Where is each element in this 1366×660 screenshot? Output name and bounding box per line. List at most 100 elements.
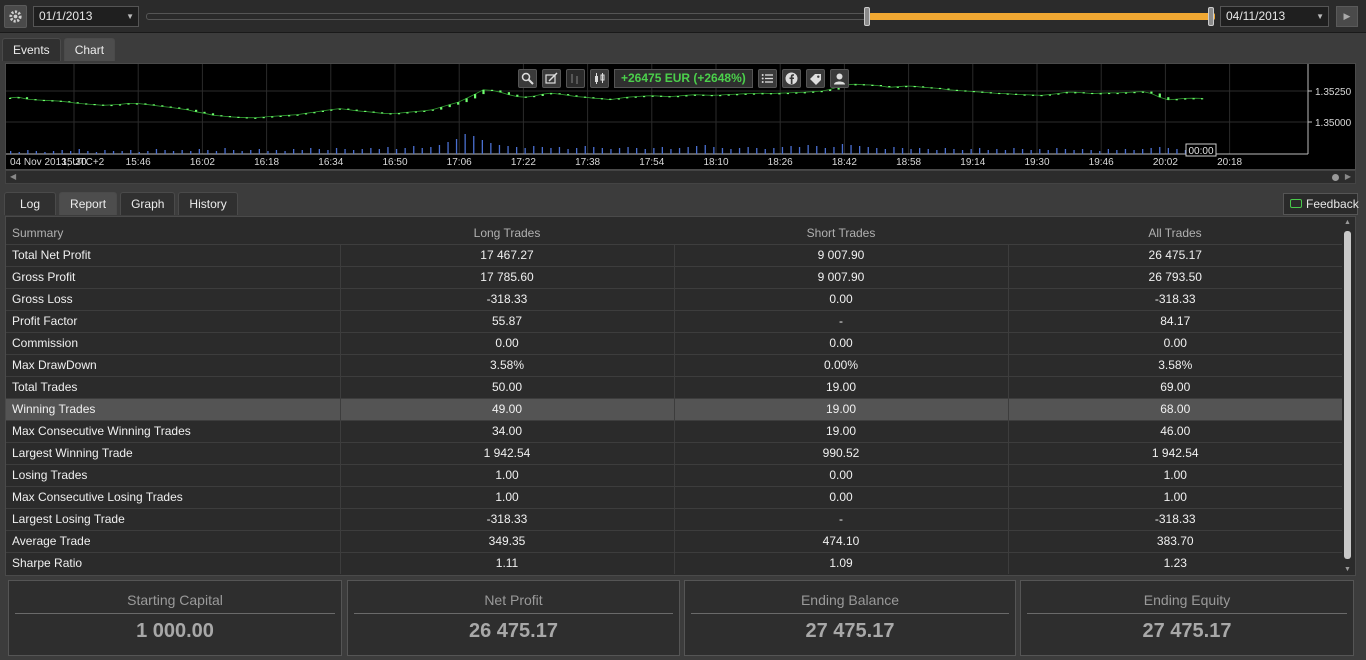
price-candle	[1133, 92, 1136, 94]
timeline-bar: 01/1/2013 ▼ 04/11/2013 ▼ ▶	[0, 0, 1366, 33]
drawing-tools-button[interactable]	[542, 68, 561, 88]
table-scroll-thumb[interactable]	[1344, 231, 1351, 559]
cell-summary: Losing Trades	[6, 463, 340, 486]
volume-bar	[876, 148, 878, 154]
price-candle	[930, 87, 933, 89]
table-row[interactable]: Commission 0.00 0.00 0.00	[6, 331, 1342, 354]
tab-log[interactable]: Log	[4, 192, 57, 215]
price-candle	[516, 94, 519, 97]
table-row[interactable]: Largest Winning Trade 1 942.54 990.52 1 942…	[6, 441, 1342, 464]
cell-short-trades: 474.10	[673, 529, 1008, 552]
volume-bar	[704, 145, 706, 154]
volume-bar	[52, 151, 55, 154]
price-candle	[922, 86, 925, 88]
cell-short-trades: 990.52	[673, 441, 1008, 464]
scroll-right-arrow-icon[interactable]: ▶	[1345, 171, 1351, 183]
cell-all-trades: 26 793.50	[1007, 265, 1342, 288]
tab-events[interactable]: Events	[2, 38, 61, 61]
price-candle	[499, 90, 502, 93]
price-candle	[507, 92, 510, 95]
price-candle	[254, 117, 257, 119]
cell-summary: Average Trade	[6, 529, 340, 552]
table-row[interactable]: Sharpe Ratio 1.11 1.09 1.23	[6, 551, 1342, 574]
price-candle	[406, 112, 409, 114]
table-row[interactable]: Gross Profit 17 785.60 9 007.90 26 793.50	[6, 265, 1342, 288]
bar-chart-button[interactable]	[566, 68, 585, 88]
volume-bar	[1176, 149, 1178, 154]
scroll-up-arrow-icon[interactable]: ▲	[1344, 219, 1351, 226]
volume-bar	[430, 147, 432, 154]
table-row[interactable]: Winning Trades 49.00 19.00 68.00	[6, 397, 1342, 420]
scroll-left-arrow-icon[interactable]: ◀	[10, 171, 16, 183]
price-candle	[85, 103, 88, 105]
tab-graph[interactable]: Graph	[120, 192, 176, 215]
list-button[interactable]	[757, 68, 777, 88]
start-date-select[interactable]: 01/1/2013 ▼	[33, 6, 139, 27]
price-candle	[1175, 99, 1178, 101]
feedback-button[interactable]: Feedback	[1283, 193, 1359, 215]
table-row[interactable]: Max Consecutive Losing Trades 1.00 0.00 1.0…	[6, 485, 1342, 508]
settings-gear-button[interactable]	[4, 5, 27, 28]
volume-bar	[1056, 148, 1058, 154]
price-line	[9, 83, 1203, 119]
table-row[interactable]: Total Trades 50.00 19.00 69.00	[6, 375, 1342, 398]
table-row[interactable]: Max Consecutive Winning Trades 34.00 19.00…	[6, 419, 1342, 442]
price-candle	[879, 85, 882, 87]
price-candle	[1150, 91, 1153, 94]
candlestick-button[interactable]	[590, 68, 609, 88]
volume-bar	[584, 146, 586, 154]
price-chart[interactable]: 04 Nov 2013, UTC+2 15:30 15:46 16:02 16:18 16…	[5, 63, 1356, 170]
x-tick-label: 16:02	[190, 157, 215, 168]
tab-chart[interactable]: Chart	[63, 38, 116, 61]
price-candle	[195, 109, 198, 112]
volume-bar	[104, 150, 106, 154]
table-row[interactable]: Profit Factor 55.87-84.17	[6, 309, 1342, 332]
table-row[interactable]: Average Trade 349.35 474.10 383.70	[6, 529, 1342, 552]
date-range-slider[interactable]	[146, 13, 1215, 20]
volume-bar	[816, 146, 818, 154]
price-candle	[1015, 93, 1018, 95]
volume-bar	[798, 147, 801, 154]
tag-button[interactable]	[805, 68, 825, 88]
range-start-handle[interactable]	[864, 7, 870, 26]
tab-chart-label: Chart	[74, 43, 105, 57]
price-candle	[575, 95, 578, 97]
chart-horizontal-scrollbar[interactable]: ◀ ▶	[5, 170, 1356, 184]
range-end-handle[interactable]	[1208, 7, 1214, 26]
play-button[interactable]: ▶	[1336, 6, 1358, 27]
column-header-short-trades: Short Trades	[674, 217, 1008, 245]
facebook-share-button[interactable]	[781, 68, 801, 88]
x-tick-label: 15:46	[126, 157, 151, 168]
table-row[interactable]: Max DrawDown 3.58% 0.00% 3.58%	[6, 353, 1342, 376]
volume-bar	[18, 152, 20, 154]
volume-bar	[1081, 149, 1084, 154]
cell-long-trades: 50.00	[339, 375, 674, 398]
cell-short-trades: 19.00	[673, 419, 1008, 442]
cell-all-trades: -318.33	[1007, 287, 1342, 310]
price-candle	[668, 96, 671, 98]
price-candle	[186, 108, 189, 110]
tab-history[interactable]: History	[178, 192, 238, 215]
scroll-down-arrow-icon[interactable]: ▼	[1344, 566, 1351, 573]
cell-short-trades: 0.00%	[673, 353, 1008, 376]
volume-bar	[670, 149, 672, 154]
table-vertical-scrollbar[interactable]: ▲ ▼	[1343, 219, 1353, 573]
volume-bar	[790, 146, 792, 154]
table-row[interactable]: Largest Losing Trade -318.33- -318.33	[6, 507, 1342, 530]
price-candle	[592, 97, 595, 99]
table-row[interactable]: Total Net Profit 17 467.27 9 007.90 26 475.…	[6, 243, 1342, 266]
cell-long-trades: 34.00	[339, 419, 674, 442]
price-candle	[465, 98, 468, 103]
table-row[interactable]: Losing Trades 1.00 0.00 1.00	[6, 463, 1342, 486]
scroll-thumb[interactable]	[1332, 174, 1339, 181]
table-row[interactable]: Gross Loss -318.33 0.00 -318.33	[6, 287, 1342, 310]
x-tick-label: 19:30	[1024, 157, 1049, 168]
price-candle	[17, 97, 20, 99]
price-candle	[998, 92, 1001, 95]
tab-report[interactable]: Report	[59, 192, 118, 215]
end-date-select[interactable]: 04/11/2013 ▼	[1220, 6, 1329, 27]
zoom-button[interactable]	[518, 68, 537, 88]
user-button[interactable]	[829, 68, 849, 88]
price-candle	[685, 95, 688, 97]
price-candle	[955, 89, 958, 91]
